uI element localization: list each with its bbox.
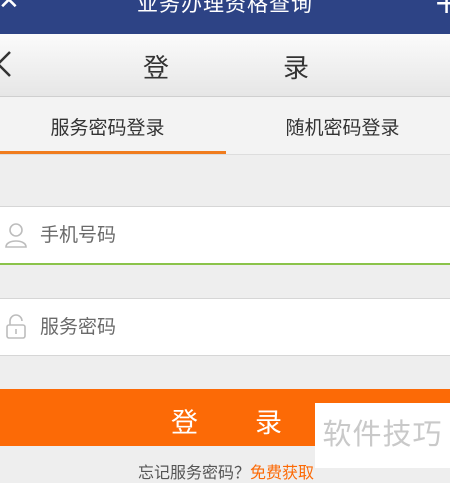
page-title: 业务办理资格查询 [137,0,313,16]
status-title-bar: ✕ 业务办理资格查询 + [0,0,450,34]
back-chevron-icon[interactable] [0,49,16,79]
service-password-placeholder: 服务密码 [40,316,117,338]
tab-service-password-login[interactable]: 服务密码登录 [0,97,215,154]
phone-number-field[interactable]: 手机号码 [0,206,450,265]
login-header: 登 录 [0,34,450,97]
login-method-tabs: 服务密码登录 随机密码登录 [0,97,450,155]
login-button-char-1: 登 [171,408,198,439]
active-tab-indicator [0,151,226,154]
forgot-password-separator: ？ [234,463,251,482]
login-button-char-2: 录 [255,408,282,439]
service-password-field[interactable]: 服务密码 [0,298,450,356]
user-icon [5,223,27,248]
login-title-char-1: 登 [143,54,170,84]
plus-icon[interactable]: + [434,0,450,21]
forgot-password-text: 忘记服务密码 [138,463,235,482]
phone-number-placeholder: 手机号码 [40,224,117,246]
login-title-char-2: 录 [283,54,310,84]
lock-icon [6,314,26,339]
forgot-password-row: 忘记服务密码？免费获取 [138,459,314,483]
free-get-link[interactable]: 免费获取 [250,463,314,482]
tab-random-password-login[interactable]: 随机密码登录 [235,97,450,154]
watermark: 软件技巧 [315,403,450,468]
